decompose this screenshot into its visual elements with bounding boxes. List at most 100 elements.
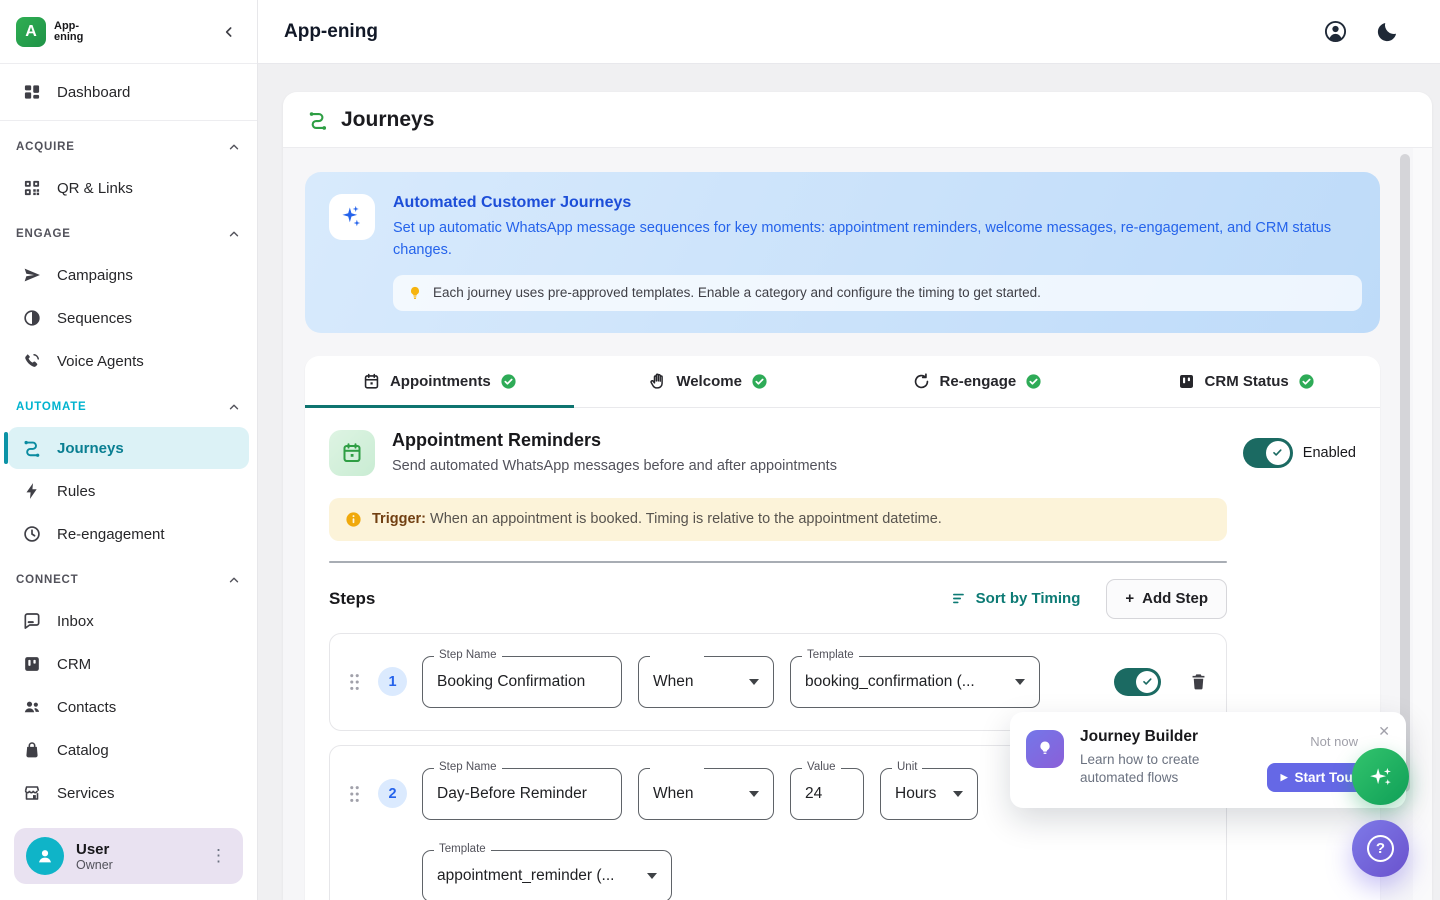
chevron-down-icon bbox=[647, 873, 657, 879]
calendar-icon bbox=[340, 441, 364, 465]
tab-crm-status[interactable]: CRM Status bbox=[1111, 356, 1380, 407]
tab-label: CRM Status bbox=[1205, 373, 1289, 390]
dark-mode-icon[interactable] bbox=[1375, 19, 1400, 44]
refresh-icon bbox=[912, 372, 931, 391]
sidebar-item-journeys[interactable]: Journeys bbox=[8, 427, 249, 469]
ai-assistant-fab[interactable] bbox=[1352, 748, 1409, 805]
sidebar-item-crm[interactable]: CRM bbox=[8, 643, 249, 685]
sidebar-collapse-button[interactable] bbox=[217, 20, 241, 44]
brand-name: App- ening bbox=[54, 21, 83, 43]
clock-icon bbox=[22, 524, 42, 544]
field-label: Value bbox=[802, 761, 841, 773]
shopping-bag-icon bbox=[22, 740, 42, 760]
sidebar-section-engage[interactable]: ENGAGE bbox=[0, 215, 257, 253]
top-bar: App-ening bbox=[258, 0, 1440, 64]
step-fields: Step Name When Template booking_confirma… bbox=[422, 656, 1040, 708]
journey-enabled-toggle[interactable] bbox=[1243, 438, 1293, 468]
section-label: ENGAGE bbox=[16, 228, 71, 240]
when-select[interactable]: When bbox=[638, 768, 774, 820]
step-name-field[interactable]: Step Name bbox=[422, 768, 622, 820]
person-icon bbox=[34, 845, 56, 867]
sidebar-item-services[interactable]: Services bbox=[8, 772, 249, 814]
sidebar-divider bbox=[0, 120, 257, 121]
user-card[interactable]: User Owner ⋮ bbox=[14, 828, 243, 884]
when-select[interactable]: When bbox=[638, 656, 774, 708]
sidebar-item-rules[interactable]: Rules bbox=[8, 470, 249, 512]
trigger-text: Trigger: When an appointment is booked. … bbox=[372, 511, 942, 527]
sequence-icon bbox=[22, 308, 42, 328]
user-menu-button[interactable]: ⋮ bbox=[206, 842, 231, 870]
sidebar-item-appointments[interactable]: Appointments bbox=[8, 815, 249, 816]
sidebar-item-campaigns[interactable]: Campaigns bbox=[8, 254, 249, 296]
sort-by-timing-button[interactable]: Sort by Timing bbox=[951, 590, 1081, 607]
journeys-card: Appointments Welcome Re-engage CRM Statu… bbox=[305, 356, 1380, 900]
tab-label: Appointments bbox=[390, 373, 491, 390]
sidebar-item-label: Re-engagement bbox=[57, 526, 165, 543]
not-now-button[interactable]: Not now bbox=[1310, 734, 1358, 749]
step-name-field[interactable]: Step Name bbox=[422, 656, 622, 708]
add-step-button[interactable]: + Add Step bbox=[1106, 579, 1227, 619]
sort-button-label: Sort by Timing bbox=[976, 590, 1081, 607]
field-notch bbox=[650, 767, 704, 770]
sidebar-section-acquire[interactable]: ACQUIRE bbox=[0, 128, 257, 166]
page-title: Journeys bbox=[341, 108, 434, 132]
page-header: Journeys bbox=[283, 92, 1432, 148]
banner-content: Automated Customer Journeys Set up autom… bbox=[393, 194, 1362, 311]
drag-handle-icon[interactable] bbox=[348, 672, 361, 692]
sidebar-item-sequences[interactable]: Sequences bbox=[8, 297, 249, 339]
trigger-description: When an appointment is booked. Timing is… bbox=[430, 511, 942, 527]
journey-builder-toast: Journey Builder Learn how to create auto… bbox=[1010, 712, 1406, 808]
step-enabled-toggle[interactable] bbox=[1114, 668, 1161, 696]
phone-icon bbox=[22, 351, 42, 371]
toast-title: Journey Builder bbox=[1080, 728, 1235, 746]
lightbulb-icon bbox=[407, 285, 423, 301]
app-logo-letter: A bbox=[25, 23, 37, 41]
sidebar-item-label: CRM bbox=[57, 656, 91, 673]
sidebar: A App- ening Dashboard ACQUIRE QR & Link… bbox=[0, 0, 258, 900]
app-title: App-ening bbox=[284, 21, 378, 43]
chat-icon bbox=[22, 611, 42, 631]
step-fields: Step Name When Value bbox=[422, 768, 978, 900]
delete-step-icon[interactable] bbox=[1189, 671, 1208, 692]
chevron-up-icon bbox=[227, 573, 241, 587]
template-select[interactable]: Template booking_confirmation (... bbox=[790, 656, 1040, 708]
chevron-up-icon bbox=[227, 140, 241, 154]
step-name-input[interactable] bbox=[437, 785, 607, 803]
close-icon[interactable]: ✕ bbox=[1378, 724, 1390, 738]
toggle-thumb bbox=[1266, 441, 1290, 465]
tab-appointments[interactable]: Appointments bbox=[305, 356, 574, 407]
sidebar-item-label: Rules bbox=[57, 483, 95, 500]
toggle-label: Enabled bbox=[1303, 445, 1356, 461]
scrollbar-thumb[interactable] bbox=[1400, 154, 1410, 792]
sidebar-item-label: Contacts bbox=[57, 699, 116, 716]
tab-re-engage[interactable]: Re-engage bbox=[843, 356, 1112, 407]
journey-icon bbox=[22, 438, 42, 458]
drag-handle-icon[interactable] bbox=[348, 784, 361, 804]
tab-welcome[interactable]: Welcome bbox=[574, 356, 843, 407]
sidebar-item-dashboard[interactable]: Dashboard bbox=[8, 71, 249, 113]
sidebar-section-connect[interactable]: CONNECT bbox=[0, 561, 257, 599]
sidebar-item-re-engagement[interactable]: Re-engagement bbox=[8, 513, 249, 555]
sidebar-item-inbox[interactable]: Inbox bbox=[8, 600, 249, 642]
brand-name-line2: ening bbox=[54, 32, 83, 43]
step-fields-row: Template appointment_reminder (... bbox=[422, 850, 978, 900]
account-icon[interactable] bbox=[1323, 19, 1348, 44]
sidebar-item-label: Inbox bbox=[57, 613, 94, 630]
qr-code-icon bbox=[22, 178, 42, 198]
unit-select[interactable]: Unit Hours bbox=[880, 768, 978, 820]
info-icon bbox=[345, 511, 362, 528]
help-fab[interactable]: ? bbox=[1352, 820, 1409, 877]
sidebar-item-catalog[interactable]: Catalog bbox=[8, 729, 249, 771]
step-name-input[interactable] bbox=[437, 673, 607, 691]
check-badge-icon bbox=[1298, 373, 1315, 390]
sidebar-item-qr-links[interactable]: QR & Links bbox=[8, 167, 249, 209]
question-mark-icon: ? bbox=[1367, 835, 1394, 862]
value-field[interactable]: Value bbox=[790, 768, 864, 820]
banner-tip: Each journey uses pre-approved templates… bbox=[393, 275, 1362, 311]
sidebar-item-voice-agents[interactable]: Voice Agents bbox=[8, 340, 249, 382]
sidebar-item-contacts[interactable]: Contacts bbox=[8, 686, 249, 728]
sidebar-section-automate[interactable]: AUTOMATE bbox=[0, 388, 257, 426]
value-input[interactable] bbox=[805, 785, 849, 803]
field-label: Step Name bbox=[434, 761, 502, 773]
template-select[interactable]: Template appointment_reminder (... bbox=[422, 850, 672, 900]
